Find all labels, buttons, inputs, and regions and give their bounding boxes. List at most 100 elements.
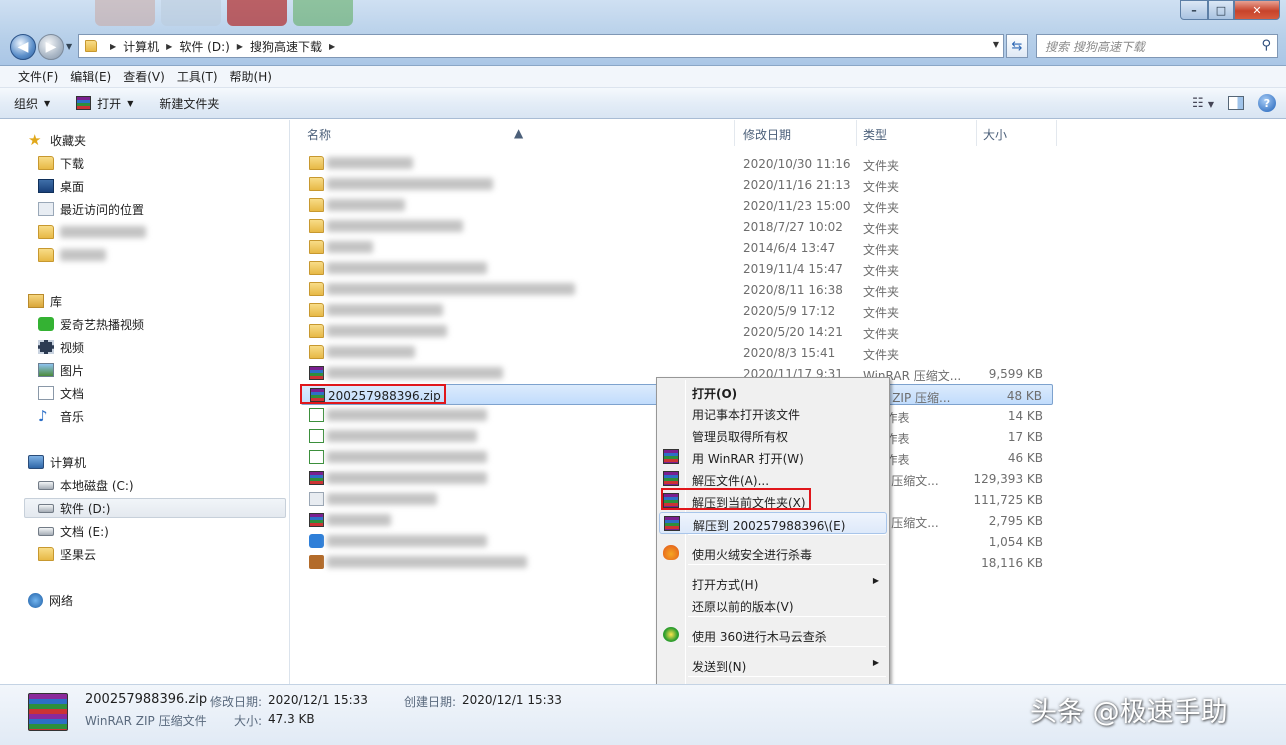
chevron-right-icon: ▶ [236,41,243,51]
menu-item-take-ownership[interactable]: 管理员取得所有权 [659,424,887,446]
table-row[interactable]: 2020/11/23 15:00 文件夹 [301,195,1053,216]
menu-view[interactable]: 查看(V) [117,68,171,85]
folder-icon [38,248,54,262]
column-size[interactable]: 大小 [983,126,1007,143]
refresh-button[interactable]: ⇆ [1006,34,1028,58]
organize-button[interactable]: 组织 ▼ [14,95,50,112]
menu-tools[interactable]: 工具(T) [171,68,224,85]
menu-separator [688,646,886,647]
table-row[interactable]: 2018/7/27 10:02 文件夹 [301,216,1053,237]
column-modified[interactable]: 修改日期 [743,126,791,143]
back-button[interactable]: ◀ [10,34,36,60]
sort-ascending-icon: ▲ [514,126,524,140]
column-divider[interactable] [734,120,735,146]
breadcrumb-computer[interactable]: 计算机 [123,38,159,55]
folder-file-icon [309,282,324,296]
nav-recent-places[interactable]: 最近访问的位置 [38,199,144,219]
nav-blurred-folder-2[interactable] [38,245,106,265]
nav-video[interactable]: 视频 [38,337,84,357]
menu-item-open[interactable]: 打开(O) [659,381,887,403]
table-row[interactable]: 2020/10/30 11:16 文件夹 [301,153,1053,174]
arrow-right-icon: ▶ [45,39,57,55]
file-type: 文件夹 [863,243,900,257]
exe-file-icon [309,492,324,506]
menu-item-restore-versions[interactable]: 还原以前的版本(V) [659,594,887,616]
minimize-button[interactable]: – [1180,0,1208,20]
file-size: 9,599 KB [988,367,1043,381]
nav-desktop[interactable]: 桌面 [38,176,84,196]
table-row[interactable]: 2020/5/20 14:21 文件夹 [301,321,1053,342]
column-divider[interactable] [1056,120,1057,146]
table-row[interactable]: 2020/11/16 21:13 文件夹 [301,174,1053,195]
menu-item-open-with-notepad[interactable]: 用记事本打开该文件 [659,402,887,424]
column-type[interactable]: 类型 [863,126,887,143]
nav-pictures[interactable]: 图片 [38,360,84,380]
new-folder-button[interactable]: 新建文件夹 [159,95,219,112]
address-dropdown-icon[interactable]: ▼ [993,40,999,49]
file-type: 文件夹 [863,264,900,278]
help-icon[interactable]: ? [1258,94,1276,112]
nav-downloads[interactable]: 下载 [38,153,84,173]
column-name[interactable]: 名称 [307,126,331,143]
nav-drive-e[interactable]: 文档 (E:) [38,521,109,541]
table-row[interactable]: 2020/8/11 16:38 文件夹 [301,279,1053,300]
organize-label: 组织 [14,96,39,111]
nav-label: 文档 [60,386,85,401]
recent-pages-dropdown[interactable]: ▼ [66,42,72,51]
close-button[interactable]: ✕ [1234,0,1280,20]
menu-item-label: 发送到(N) [692,660,747,674]
document-icon [38,386,54,400]
search-input[interactable]: 搜索 搜狗高速下载 ⚲ [1036,34,1278,58]
highlight-extract-here [661,488,811,510]
nav-computer[interactable]: 计算机 [28,452,86,472]
forward-button[interactable]: ▶ [38,34,64,60]
menu-item-label: 用记事本打开该文件 [692,408,801,422]
menu-item-open-with-winrar[interactable]: 用 WinRAR 打开(W) [659,446,887,468]
search-icon[interactable]: ⚲ [1261,38,1271,53]
nav-network[interactable]: 网络 [28,590,73,610]
menu-item-open-with[interactable]: 打开方式(H) ▶ [659,572,887,594]
column-divider[interactable] [976,120,977,146]
menu-item-label: 打开(O) [692,387,738,401]
menu-item-extract-files[interactable]: 解压文件(A)... [659,468,887,490]
nav-label: 下载 [60,156,85,171]
file-type: 文件夹 [863,159,900,173]
menu-item-huorong-scan[interactable]: 使用火绒安全进行杀毒 [659,542,887,564]
menu-help[interactable]: 帮助(H) [224,68,278,85]
blurred-file-name [327,262,487,274]
nav-libraries[interactable]: 库 [28,291,62,311]
maximize-button[interactable]: □ [1208,0,1234,20]
preview-pane-icon[interactable] [1228,96,1244,110]
refresh-icon: ⇆ [1011,38,1023,54]
chevron-down-icon: ▼ [44,98,51,108]
nav-iqiyi[interactable]: 爱奇艺热播视频 [38,314,144,334]
nav-label: 最近访问的位置 [60,202,145,217]
menu-edit[interactable]: 编辑(E) [64,68,117,85]
menu-item-scan-360[interactable]: 使用 360进行木马云查杀 [659,624,887,646]
breadcrumb-drive-d[interactable]: 软件 (D:) [179,38,229,55]
folder-icon [38,225,54,239]
address-bar[interactable]: ▶ 计算机 ▶ 软件 (D:) ▶ 搜狗高速下载 ▶ ▼ [78,34,1004,58]
table-row[interactable]: 2014/6/4 13:47 文件夹 [301,237,1053,258]
nav-favorites[interactable]: ★ 收藏夹 [28,130,86,150]
nav-blurred-folder-1[interactable] [38,222,146,242]
nav-jianguoyun[interactable]: 坚果云 [38,544,96,564]
blurred-file-name [327,367,503,379]
nav-music[interactable]: ♪ 音乐 [38,406,84,426]
view-options-button[interactable]: ☷ ▼ [1192,96,1214,111]
nav-documents[interactable]: 文档 [38,383,84,403]
nav-label: 软件 (D:) [60,501,111,516]
open-button[interactable]: 打开 ▼ [76,95,133,112]
menu-item-send-to[interactable]: 发送到(N) ▶ [659,654,887,676]
breadcrumb-sogou-download[interactable]: 搜狗高速下载 [250,38,322,55]
table-row[interactable]: 2020/8/3 15:41 文件夹 [301,342,1053,363]
nav-drive-d[interactable]: 软件 (D:) [24,498,286,518]
menu-separator [688,564,886,565]
table-row[interactable]: 2019/11/4 15:47 文件夹 [301,258,1053,279]
table-row[interactable]: 2020/5/9 17:12 文件夹 [301,300,1053,321]
menu-item-extract-to-folder[interactable]: 解压到 200257988396\(E) [659,512,887,534]
nav-drive-c[interactable]: 本地磁盘 (C:) [38,475,134,495]
column-divider[interactable] [856,120,857,146]
menu-file[interactable]: 文件(F) [12,68,64,85]
file-date: 2020/10/30 11:16 [743,157,851,171]
